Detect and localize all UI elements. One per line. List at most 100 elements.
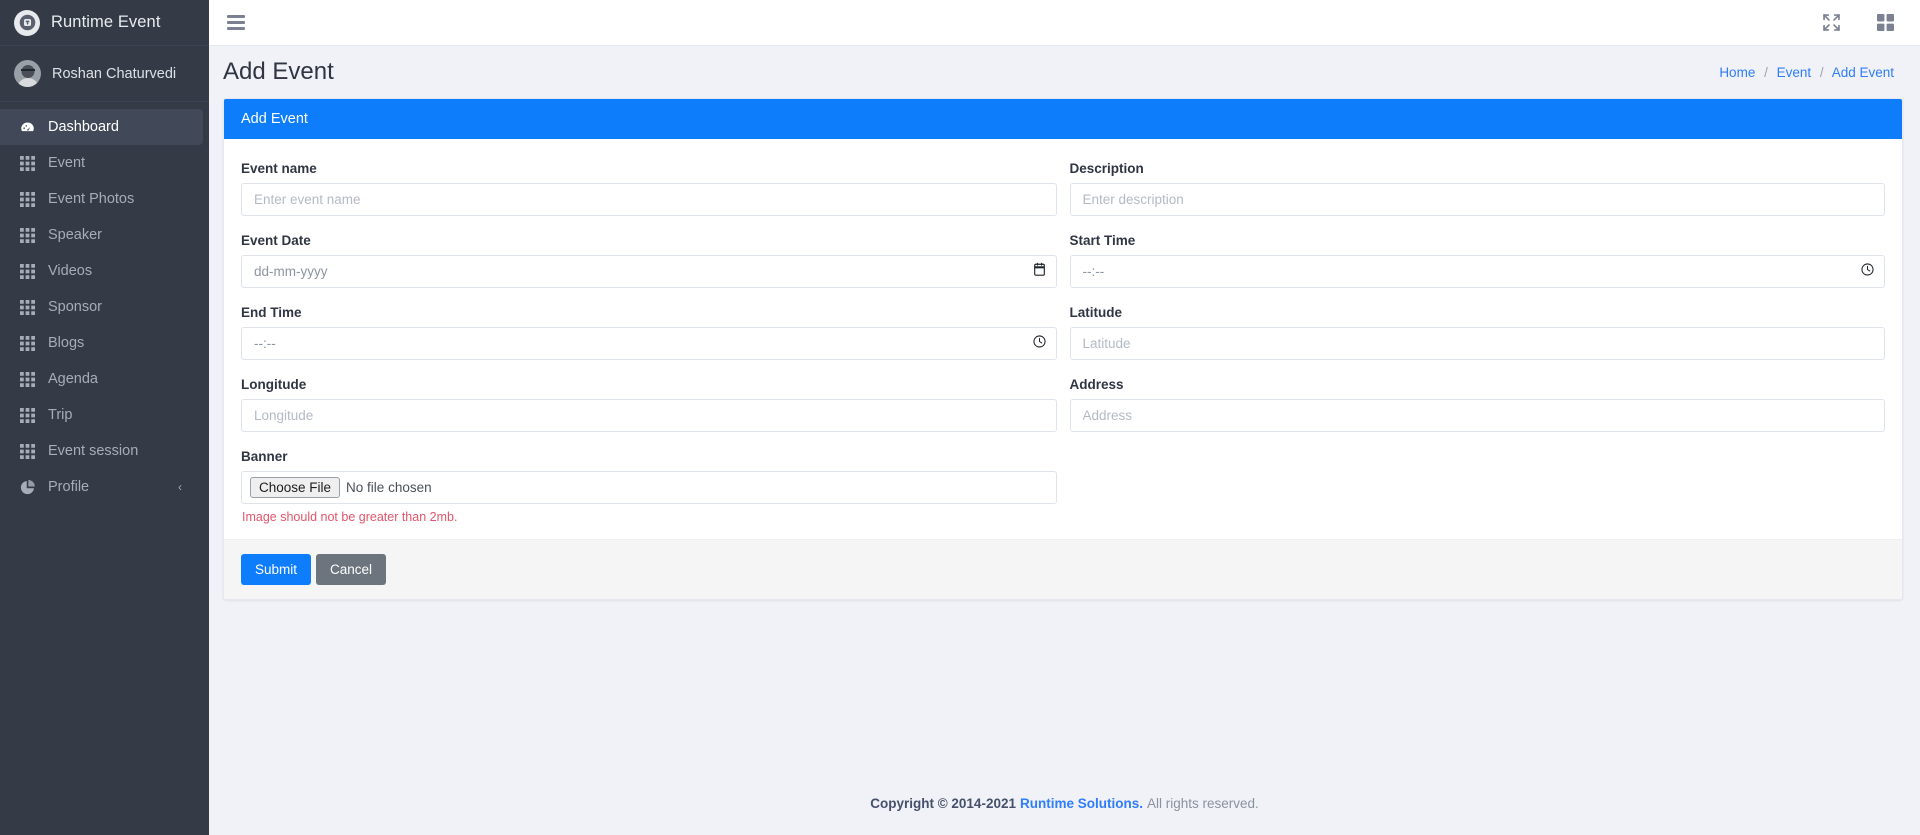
- footer-company-link[interactable]: Runtime Solutions.: [1020, 796, 1143, 811]
- sidebar-item-label: Speaker: [48, 227, 103, 243]
- address-input[interactable]: [1069, 399, 1885, 432]
- start-time-input[interactable]: --:--: [1069, 255, 1885, 288]
- sidebar-item-label: Dashboard: [48, 119, 119, 135]
- field-end-time: End Time --:--: [241, 297, 1057, 360]
- grid-apps-icon[interactable]: [1877, 14, 1894, 31]
- description-label: Description: [1069, 161, 1144, 176]
- footer-rights: All rights reserved.: [1146, 795, 1259, 811]
- sidebar-item-label: Blogs: [48, 335, 85, 351]
- brand-title: Runtime Event: [51, 13, 161, 31]
- field-latitude: Latitude: [1069, 297, 1885, 360]
- runtime-logo-icon: [14, 9, 40, 36]
- sidebar-item-event-photos[interactable]: Event Photos: [0, 181, 203, 217]
- breadcrumb-separator: /: [1819, 64, 1824, 80]
- cancel-button[interactable]: Cancel: [316, 554, 387, 585]
- card-header-title: Add Event: [224, 99, 1902, 139]
- event-date-label: Event Date: [241, 233, 311, 248]
- breadcrumb-item-event[interactable]: Event: [1777, 65, 1812, 80]
- end-time-label: End Time: [241, 305, 302, 320]
- description-input[interactable]: [1069, 183, 1885, 216]
- brand[interactable]: Runtime Event: [0, 0, 209, 46]
- breadcrumb-item-home[interactable]: Home: [1719, 65, 1755, 80]
- grid-icon: [20, 335, 35, 351]
- sidebar-item-label: Trip: [48, 407, 73, 423]
- footer-copyright: Copyright © 2014-2021: [870, 795, 1016, 811]
- dashboard-icon: [21, 122, 34, 131]
- sidebar-item-sponsor[interactable]: Sponsor: [0, 289, 203, 325]
- longitude-input[interactable]: [241, 399, 1057, 432]
- field-start-time: Start Time --:--: [1069, 225, 1885, 288]
- banner-file-input[interactable]: Choose File No file chosen: [241, 471, 1057, 504]
- grid-icon: [20, 407, 35, 423]
- topbar-actions: [1823, 14, 1894, 31]
- hamburger-icon[interactable]: [227, 12, 245, 34]
- sidebar-item-blogs[interactable]: Blogs: [0, 325, 203, 361]
- sidebar-item-label: Sponsor: [48, 299, 103, 315]
- sidebar-item-speaker[interactable]: Speaker: [0, 217, 203, 253]
- end-time-placeholder: --:--: [254, 336, 276, 351]
- sidebar-item-label: Videos: [48, 263, 93, 279]
- topbar: [209, 0, 1920, 46]
- start-time-placeholder: --:--: [1082, 264, 1105, 279]
- sidebar-item-agenda[interactable]: Agenda: [0, 361, 203, 397]
- sidebar-item-dashboard[interactable]: Dashboard: [0, 109, 203, 145]
- address-label: Address: [1069, 377, 1124, 392]
- event-date-input[interactable]: dd-mm-yyyy: [241, 255, 1057, 288]
- field-address: Address: [1069, 369, 1885, 432]
- field-longitude: Longitude: [241, 369, 1057, 432]
- sidebar-item-label: Profile: [48, 479, 90, 495]
- breadcrumb-item-add-event[interactable]: Add Event: [1832, 65, 1894, 80]
- sidebar-item-label: Event session: [48, 443, 139, 459]
- longitude-label: Longitude: [241, 377, 307, 392]
- breadcrumb: Home / Event / Add Event: [1719, 65, 1894, 80]
- field-event-name: Event name: [241, 153, 1057, 216]
- avatar: [14, 60, 41, 87]
- sidebar-nav: Dashboard Event Event Photos Speaker Vid…: [0, 102, 209, 505]
- sidebar-item-profile[interactable]: Profile ‹: [0, 469, 203, 505]
- spacer-cell: [1070, 441, 1886, 533]
- banner-help-error: Image should not be greater than 2mb.: [242, 510, 458, 524]
- add-event-form: Event name Description Event Date dd-m: [224, 139, 1902, 539]
- page-title: Add Event: [223, 58, 334, 85]
- chevron-left-icon[interactable]: ‹: [178, 481, 182, 493]
- grid-icon: [20, 443, 35, 459]
- sidebar: Runtime Event Roshan Chaturvedi Dashboar…: [0, 0, 209, 835]
- event-date-placeholder: dd-mm-yyyy: [254, 264, 328, 279]
- page-footer: Copyright © 2014-2021 Runtime Solutions.…: [209, 771, 1920, 835]
- sidebar-item-trip[interactable]: Trip: [0, 397, 203, 433]
- page-header: Add Event Home / Event / Add Event: [209, 46, 1920, 98]
- sidebar-item-label: Event Photos: [48, 191, 135, 207]
- file-status-text: No file chosen: [346, 480, 432, 495]
- sidebar-user[interactable]: Roshan Chaturvedi: [0, 46, 209, 102]
- breadcrumb-separator: /: [1764, 64, 1768, 80]
- start-time-label: Start Time: [1069, 233, 1136, 248]
- pie-chart-icon: [20, 479, 35, 494]
- grid-icon: [20, 371, 35, 387]
- latitude-input[interactable]: [1069, 327, 1885, 360]
- sidebar-item-event[interactable]: Event: [0, 145, 203, 181]
- expand-arrows-icon[interactable]: [1823, 14, 1840, 31]
- end-time-input[interactable]: --:--: [241, 327, 1057, 360]
- card-footer: Submit Cancel: [224, 539, 1902, 599]
- grid-icon: [20, 155, 35, 171]
- latitude-label: Latitude: [1069, 305, 1123, 320]
- sidebar-item-event-session[interactable]: Event session: [0, 433, 203, 469]
- banner-label: Banner: [241, 449, 288, 464]
- user-name: Roshan Chaturvedi: [52, 65, 177, 82]
- grid-icon: [20, 299, 35, 315]
- add-event-card: Add Event Event name Description: [223, 98, 1903, 600]
- field-description: Description: [1069, 153, 1885, 216]
- event-name-input[interactable]: [241, 183, 1057, 216]
- app-root: Runtime Event Roshan Chaturvedi Dashboar…: [0, 0, 1920, 835]
- main-area: Add Event Home / Event / Add Event Add E…: [209, 0, 1920, 835]
- sidebar-item-label: Agenda: [48, 371, 98, 387]
- grid-icon: [20, 263, 35, 279]
- sidebar-item-label: Event: [48, 155, 86, 171]
- field-banner: Banner Choose File No file chosen Image …: [241, 441, 1057, 524]
- sidebar-item-videos[interactable]: Videos: [0, 253, 203, 289]
- event-name-label: Event name: [241, 161, 317, 176]
- grid-icon: [20, 227, 35, 243]
- grid-icon: [20, 191, 35, 207]
- submit-button[interactable]: Submit: [241, 554, 312, 585]
- choose-file-button[interactable]: Choose File: [250, 477, 341, 498]
